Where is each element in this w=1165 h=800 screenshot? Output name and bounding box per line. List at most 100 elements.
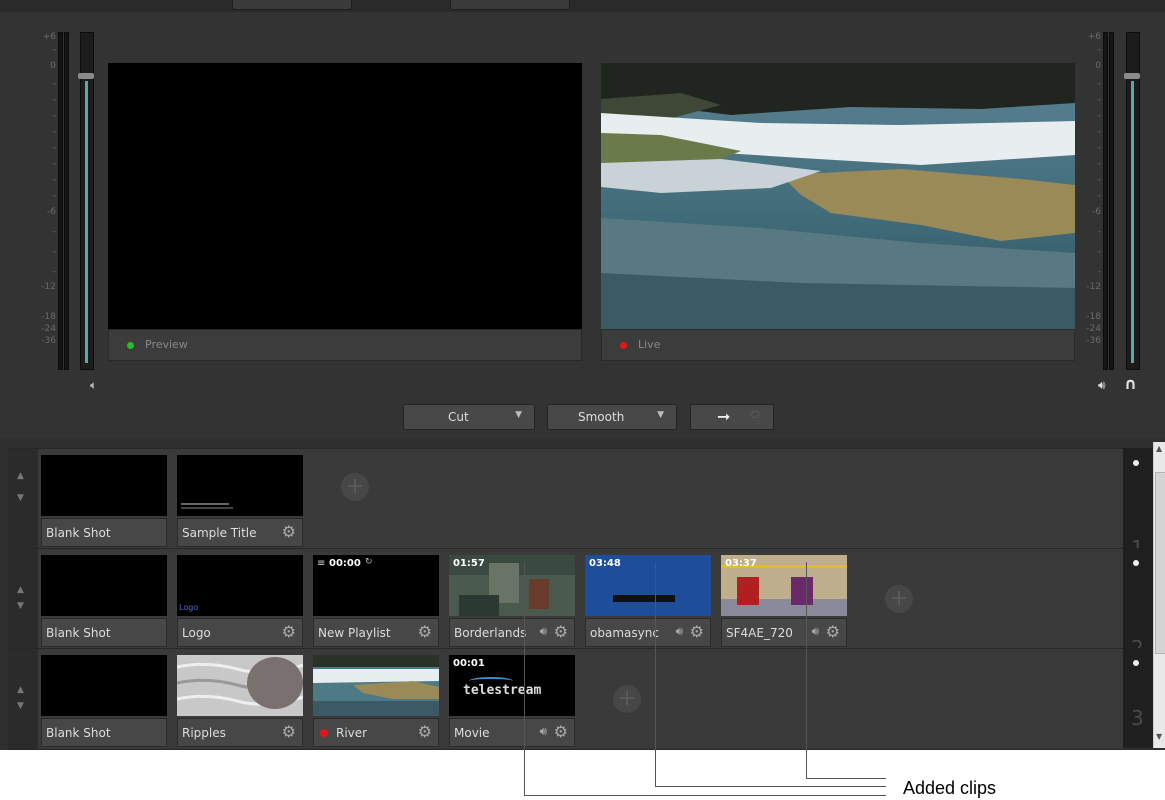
clip-time: 00:01 — [453, 658, 485, 669]
preview-label-bar: Preview — [108, 329, 582, 361]
gear-icon[interactable]: ⚙ — [554, 722, 568, 741]
playlist-icon: ≡ — [317, 558, 326, 569]
shot-name-bar: SF4AE_720 🔊︎ ⚙ — [721, 618, 847, 647]
clip-time: 03:48 — [589, 558, 621, 569]
scroll-up-icon[interactable]: ▲ — [1156, 444, 1162, 453]
arrow-up-icon[interactable]: ▲ — [17, 685, 24, 695]
add-shot-button[interactable]: + — [613, 685, 641, 713]
obamasync-caption-bar — [613, 595, 675, 602]
live-indicator-dot — [320, 729, 328, 737]
shot-thumbnail — [41, 655, 167, 716]
gear-icon[interactable]: ⚙ — [418, 722, 432, 741]
speaker-icon[interactable]: 🔊︎ — [675, 624, 683, 639]
telestream-logo-swoosh — [469, 677, 513, 685]
shot-sf4ae[interactable]: 03:37 SF4AE_720 🔊︎ ⚙ — [721, 555, 847, 649]
callout-line-borderlands-v — [524, 562, 525, 796]
shot-new-playlist[interactable]: ≡ 00:00 ↻ New Playlist ⚙ — [313, 555, 439, 649]
live-screen[interactable] — [601, 63, 1075, 329]
add-shot-button[interactable]: + — [341, 473, 369, 501]
shot-movie[interactable]: 00:01 telestream Movie 🔊︎ ⚙ — [449, 655, 575, 749]
shot-name-bar: Blank Shot — [41, 718, 167, 747]
shot-thumbnail — [41, 455, 167, 516]
top-button-1[interactable] — [232, 0, 352, 10]
cut-transition-dropdown[interactable]: Cut ▼ — [403, 404, 535, 430]
speaker-icon[interactable]: 🔊︎ — [539, 624, 547, 639]
clip-time: 03:37 — [725, 558, 757, 569]
arrow-up-icon[interactable]: ▲ — [17, 585, 24, 595]
callout-line-borderlands-h — [524, 795, 886, 796]
preview-screen[interactable] — [108, 63, 582, 329]
layer-3-handle[interactable]: ▲ ▼ — [8, 649, 38, 749]
live-label: Live — [638, 338, 661, 351]
cut-label: Cut — [448, 410, 469, 424]
left-fader-knob[interactable] — [78, 73, 94, 79]
playlist-time: 00:00 — [329, 558, 361, 569]
shot-obamasync[interactable]: 03:48 obamasync 🔊︎ ⚙ — [585, 555, 711, 649]
shot-name-bar: New Playlist ⚙ — [313, 618, 439, 647]
shot-blank-3[interactable]: Blank Shot — [41, 655, 167, 749]
arrow-down-icon[interactable]: ▼ — [17, 601, 24, 611]
shot-thumbnail: 03:48 — [585, 555, 711, 616]
gear-icon[interactable]: ⚙ — [826, 622, 840, 641]
scroll-down-icon[interactable]: ▼ — [1156, 732, 1162, 741]
gear-icon[interactable]: ⚙ — [282, 722, 296, 741]
shot-name-bar: Logo ⚙ — [177, 618, 303, 647]
speaker-icon[interactable]: 🔊︎ — [539, 724, 547, 739]
preview-status-dot — [127, 342, 134, 349]
shot-ripples[interactable]: Ripples ⚙ — [177, 655, 303, 749]
shot-name-bar: River ⚙ — [313, 718, 439, 747]
live-label-bar: Live — [601, 329, 1075, 361]
layer-3-active-dot[interactable] — [1133, 660, 1139, 666]
right-level-meter-a — [1103, 32, 1108, 370]
left-volume-fader[interactable] — [78, 32, 94, 370]
layer-1-active-dot[interactable] — [1133, 460, 1139, 466]
layer-2-active-dot[interactable] — [1133, 560, 1139, 566]
left-speaker-icon[interactable]: 🔈︎ — [90, 378, 97, 393]
shot-thumbnail: 01:57 — [449, 555, 575, 616]
shot-logo[interactable]: Logo Logo ⚙ — [177, 555, 303, 649]
speaker-icon[interactable]: 🔊︎ — [811, 624, 819, 639]
ripples-image — [177, 655, 303, 716]
arrow-down-icon[interactable]: ▼ — [17, 493, 24, 503]
gear-icon[interactable]: ⚙ — [282, 522, 296, 541]
shot-thumbnail: ≡ 00:00 ↻ — [313, 555, 439, 616]
right-fader-knob[interactable] — [1124, 73, 1140, 79]
layer-3-number: 3 — [1131, 706, 1144, 730]
title-thumbnail-graphic — [181, 507, 233, 509]
gear-icon[interactable]: ⚙ — [282, 622, 296, 641]
shot-sample-title[interactable]: Sample Title ⚙ — [177, 455, 303, 549]
shot-name-bar: Blank Shot — [41, 618, 167, 647]
gear-icon[interactable]: ⚙ — [418, 622, 432, 641]
top-toolbar — [0, 0, 1165, 12]
headphones-icon[interactable]: ∩ — [1124, 374, 1137, 393]
shot-thumbnail — [177, 655, 303, 716]
left-level-meter-a — [58, 32, 63, 370]
shot-name-bar: Ripples ⚙ — [177, 718, 303, 747]
layers-scrollbar[interactable]: ▲ ▼ — [1153, 442, 1165, 748]
go-indicator-icon: ○ — [751, 409, 760, 420]
smooth-transition-dropdown[interactable]: Smooth ▼ — [547, 404, 677, 430]
arrow-up-icon[interactable]: ▲ — [17, 471, 24, 481]
right-volume-fader[interactable] — [1124, 32, 1140, 370]
layer-3-indicator: 3 — [1123, 648, 1153, 748]
clip-time: 01:57 — [453, 558, 485, 569]
right-speaker-icon[interactable]: 🔊︎ — [1098, 378, 1106, 393]
title-thumbnail-graphic — [181, 503, 229, 505]
top-button-2[interactable] — [450, 0, 570, 10]
shot-blank-1[interactable]: Blank Shot — [41, 455, 167, 549]
shot-thumbnail: Logo — [177, 555, 303, 616]
left-fader-fill — [85, 81, 88, 363]
scrollbar-thumb[interactable] — [1155, 472, 1165, 654]
arrow-down-icon[interactable]: ▼ — [17, 701, 24, 711]
gear-icon[interactable]: ⚙ — [554, 622, 568, 641]
shot-name-bar: obamasync 🔊︎ ⚙ — [585, 618, 711, 647]
shot-blank-2[interactable]: Blank Shot — [41, 555, 167, 649]
go-button[interactable]: ➞ ○ — [690, 404, 774, 430]
shot-river[interactable]: River ⚙ — [313, 655, 439, 749]
layer-3: ▲ ▼ Blank Shot Ripples ⚙ River ⚙ 00:01 t… — [8, 648, 1123, 750]
gear-icon[interactable]: ⚙ — [690, 622, 704, 641]
shot-thumbnail: 00:01 telestream — [449, 655, 575, 716]
add-shot-button[interactable]: + — [885, 585, 913, 613]
shot-borderlands[interactable]: 01:57 Borderlands 🔊︎ ⚙ — [449, 555, 575, 649]
shot-thumbnail — [313, 655, 439, 716]
